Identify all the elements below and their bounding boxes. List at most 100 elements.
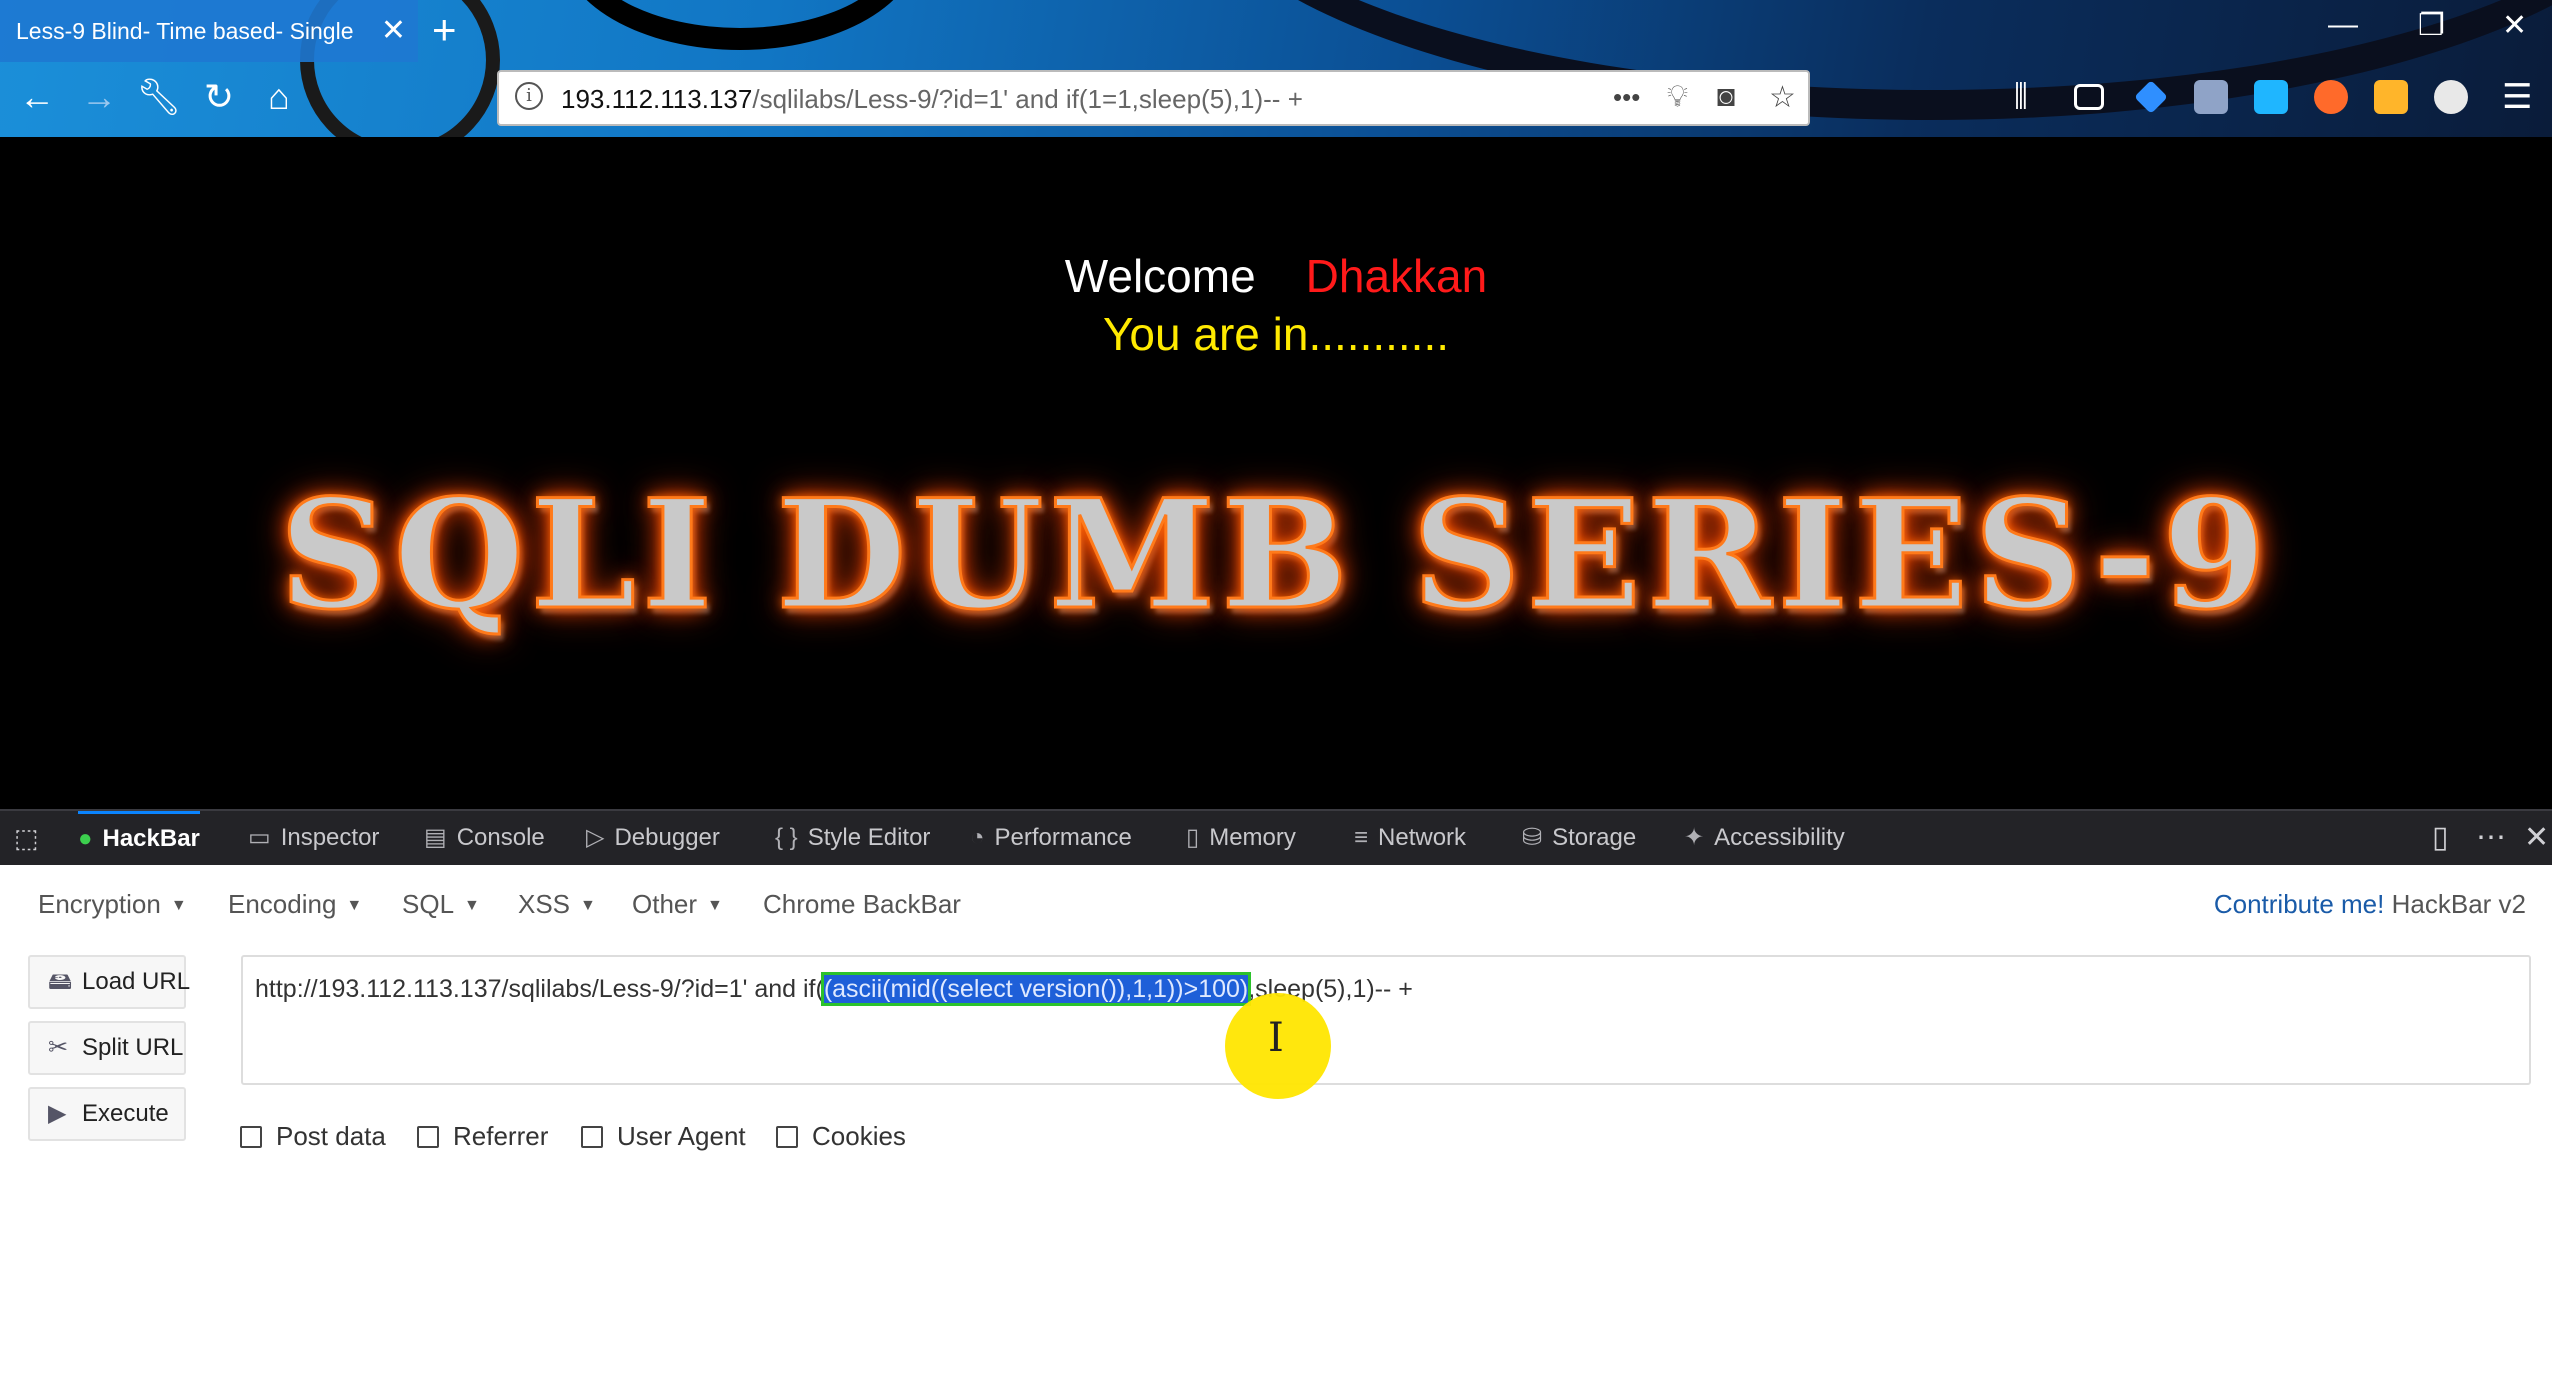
bookmark-star-icon[interactable]: ☆ — [1769, 80, 1796, 115]
caret-down-icon: ▼ — [346, 897, 363, 915]
menu-xss[interactable]: XSS ▼ — [518, 889, 596, 920]
execute-button[interactable]: ▶ Execute — [28, 1087, 186, 1141]
page-content: Welcome Dhakkan You are in........... SQL… — [0, 137, 2552, 809]
reader-sidebar-icon[interactable] — [2074, 84, 2104, 110]
menu-hamburger-icon[interactable]: ☰ — [2502, 80, 2536, 114]
load-url-icon: 🖴︎ — [48, 968, 73, 995]
checkbox-box[interactable] — [240, 1126, 262, 1148]
tab-label: Performance — [994, 824, 1132, 851]
lightbulb-icon[interactable]: 💡︎ — [1667, 80, 1688, 114]
style-editor-icon: { } — [775, 824, 798, 851]
tab-memory[interactable]: ▯ Memory — [1186, 811, 1296, 865]
restore-button[interactable]: ❐ — [2418, 8, 2445, 43]
back-button[interactable]: ← — [14, 76, 60, 118]
play-icon: ▶ — [48, 1100, 67, 1127]
load-url-button[interactable]: 🖴︎ Load URL — [28, 955, 190, 1009]
url-textarea-content[interactable]: http://193.112.113.137/sqlilabs/Less-9/?… — [255, 972, 1413, 1006]
menu-label: Encryption — [38, 889, 161, 919]
tab-label: Console — [456, 824, 545, 851]
close-window-button[interactable]: ✕ — [2502, 8, 2527, 43]
tab-label: Inspector — [280, 824, 380, 851]
button-label: Load URL — [82, 968, 191, 995]
extension-cube-icon[interactable] — [2254, 80, 2288, 114]
checkbox-box[interactable] — [417, 1126, 439, 1148]
checkbox-box[interactable] — [581, 1126, 603, 1148]
button-label: Execute — [82, 1100, 169, 1127]
caret-down-icon: ▼ — [707, 897, 723, 915]
text-cursor-icon: I — [1268, 1015, 1284, 1061]
post-data-checkbox[interactable]: Post data — [240, 1121, 386, 1152]
home-button[interactable]: ⌂ — [256, 76, 302, 118]
caret-down-icon: ▼ — [464, 897, 480, 915]
tab-console[interactable]: ▤ Console — [424, 811, 545, 865]
tab-label: Debugger — [614, 824, 720, 851]
tab-label: HackBar — [102, 825, 200, 852]
url-textarea[interactable]: http://193.112.113.137/sqlilabs/Less-9/?… — [241, 955, 2531, 1085]
tab-label: Storage — [1552, 824, 1637, 851]
page-actions-icon[interactable]: ••• — [1613, 82, 1640, 113]
url-before-selection: http://193.112.113.137/sqlilabs/Less-9/?… — [255, 975, 824, 1003]
tab-inspector[interactable]: ▭ Inspector — [248, 811, 379, 865]
tab-label: Accessibility — [1714, 824, 1845, 851]
series-banner: SQLI DUMB SERIES-9 — [278, 466, 2273, 645]
accessibility-icon: ✦ — [1684, 824, 1705, 851]
tab-performance[interactable]: ◔ Performance — [970, 811, 1132, 865]
url-host: 193.112.113.137 — [561, 84, 753, 114]
minimize-button[interactable]: — — [2328, 8, 2358, 42]
contribute-link[interactable]: Contribute me! — [2214, 889, 2385, 919]
scissors-icon: ✂ — [48, 1034, 69, 1061]
extension-stack-icon[interactable] — [2194, 80, 2228, 114]
pocket-icon[interactable]: ◙ — [1717, 80, 1735, 114]
reload-button[interactable]: ↻ — [196, 76, 242, 118]
tab-network[interactable]: ≡ Network — [1354, 811, 1466, 865]
new-tab-button[interactable]: + — [432, 6, 457, 54]
checkbox-box[interactable] — [776, 1126, 798, 1148]
pick-element-icon[interactable]: ⬚ — [14, 811, 39, 865]
site-info-icon[interactable]: i — [515, 82, 543, 110]
button-label: Split URL — [82, 1034, 184, 1061]
theme-swirl-decoration — [560, 0, 920, 50]
menu-encryption[interactable]: Encryption ▼ — [38, 889, 187, 920]
tab-debugger[interactable]: ▷ Debugger — [586, 811, 720, 865]
menu-label: Chrome BackBar — [763, 889, 961, 919]
tab-label: Network — [1378, 824, 1467, 851]
url-text[interactable]: 193.112.113.137/sqlilabs/Less-9/?id=1' a… — [561, 84, 1303, 115]
dock-side-icon[interactable]: ▯ — [2432, 811, 2449, 865]
hackbar-version: HackBar v2 — [2391, 889, 2526, 919]
contribute-line: Contribute me! HackBar v2 — [2214, 889, 2526, 920]
tab-style-editor[interactable]: { } Style Editor — [775, 811, 930, 865]
split-url-button[interactable]: ✂ Split URL — [28, 1021, 186, 1075]
menu-other[interactable]: Other ▼ — [632, 889, 723, 920]
wrench-icon: 🔧︎ — [136, 76, 182, 117]
hackbar-icon: ● — [78, 825, 93, 852]
back-arrow-icon: ← — [19, 76, 55, 117]
checkbox-label: Post data — [276, 1121, 386, 1151]
devtools-close-icon[interactable]: ✕ — [2524, 811, 2549, 865]
user-agent-checkbox[interactable]: User Agent — [581, 1121, 746, 1152]
welcome-name: Dhakkan — [1305, 250, 1488, 302]
extension-globe-icon[interactable] — [2434, 80, 2468, 114]
tab-accessibility[interactable]: ✦ Accessibility — [1684, 811, 1845, 865]
console-icon: ▤ — [424, 824, 447, 851]
tab-label: Memory — [1209, 824, 1296, 851]
storage-icon: ⛁ — [1522, 824, 1543, 851]
menu-label: Encoding — [228, 889, 337, 919]
tab-storage[interactable]: ⛁ Storage — [1522, 811, 1636, 865]
menu-sql[interactable]: SQL ▼ — [402, 889, 480, 920]
tools-button[interactable]: 🔧︎ — [136, 76, 182, 118]
library-icon[interactable]: ⫼ — [2014, 80, 2048, 114]
menu-encoding[interactable]: Encoding ▼ — [228, 889, 362, 920]
browser-tab[interactable]: Less-9 Blind- Time based- Single ✕ — [0, 0, 418, 62]
menu-chrome-backbar[interactable]: Chrome BackBar — [763, 889, 961, 920]
url-bar[interactable]: i 193.112.113.137/sqlilabs/Less-9/?id=1'… — [497, 70, 1810, 126]
hackbar-panel: Encryption ▼ Encoding ▼ SQL ▼ XSS ▼ Other ▼ C… — [0, 865, 2552, 1381]
login-status: You are in........... — [1102, 308, 1450, 360]
extension-ip-icon[interactable] — [2374, 80, 2408, 114]
referrer-checkbox[interactable]: Referrer — [417, 1121, 548, 1152]
devtools-options-icon[interactable]: ⋯ — [2476, 811, 2506, 865]
tab-hackbar[interactable]: ● HackBar — [78, 811, 200, 865]
forward-button[interactable]: → — [76, 76, 122, 118]
extension-circle-icon[interactable] — [2314, 80, 2348, 114]
cookies-checkbox[interactable]: Cookies — [776, 1121, 906, 1152]
tab-close-icon[interactable]: ✕ — [381, 0, 406, 62]
